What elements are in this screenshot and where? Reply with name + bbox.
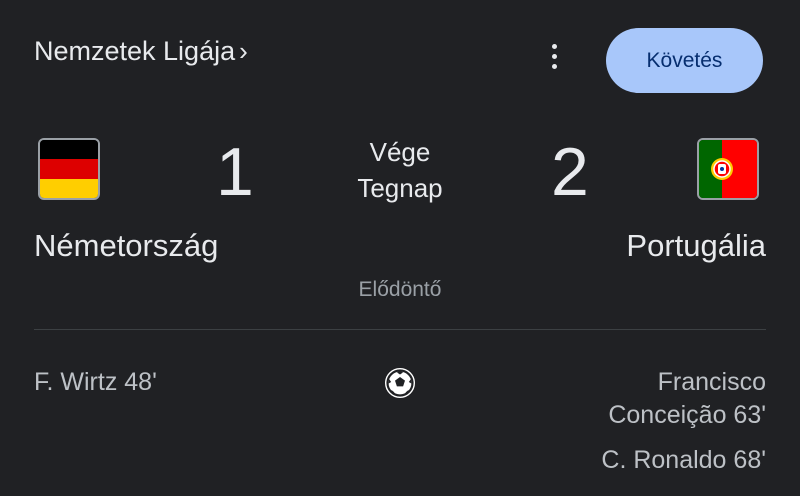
match-stage: Elődöntő — [358, 278, 442, 301]
match-status: Vége — [369, 137, 431, 167]
divider — [34, 329, 766, 330]
home-scorer: F. Wirtz 48' — [34, 368, 157, 396]
away-scorer-line: Francisco — [657, 368, 766, 396]
home-team-name[interactable]: Németország — [34, 228, 218, 264]
soccer-ball-icon — [384, 367, 416, 399]
away-score: 2 — [551, 134, 589, 210]
away-scorer: C. Ronaldo 68' — [601, 446, 766, 474]
away-scorer-line: Conceição 63' — [608, 401, 766, 429]
more-options-icon[interactable] — [540, 38, 568, 74]
chevron-right-icon: › — [239, 36, 248, 66]
league-name: Nemzetek Ligája — [34, 36, 236, 66]
match-date: Tegnap — [357, 173, 443, 203]
home-score: 1 — [216, 134, 254, 210]
portugal-flag-icon — [697, 138, 759, 200]
follow-button[interactable]: Követés — [606, 28, 763, 93]
germany-flag-icon — [38, 138, 100, 200]
away-scorer: Francisco Conceição 63' — [608, 366, 766, 432]
away-team-name[interactable]: Portugália — [626, 228, 766, 264]
league-link[interactable]: Nemzetek Ligája › — [34, 36, 248, 67]
